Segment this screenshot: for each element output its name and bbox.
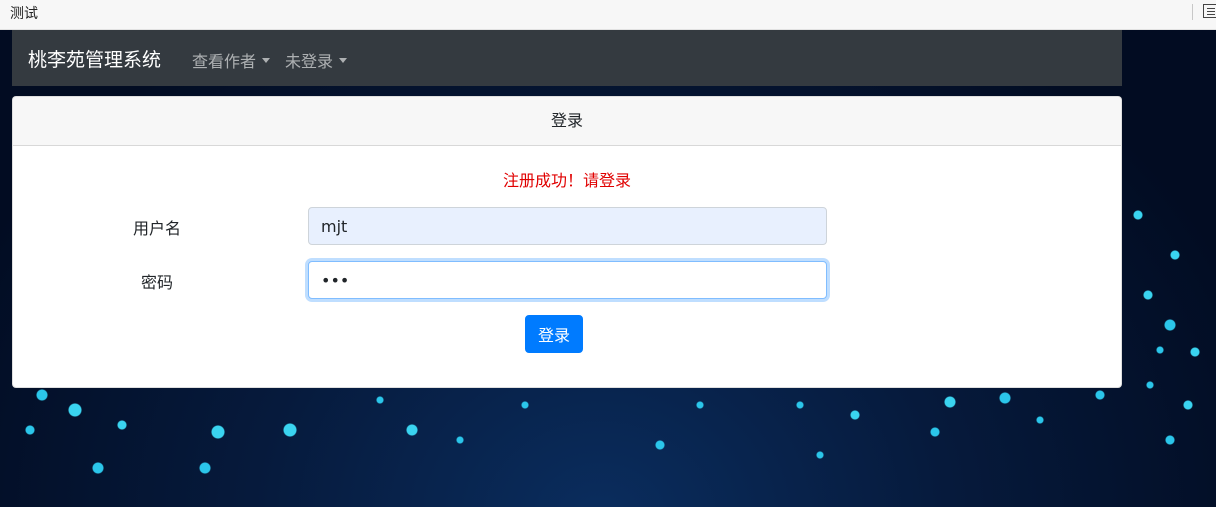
login-button[interactable]: 登录 [525, 315, 583, 353]
username-input[interactable] [308, 207, 827, 245]
tab-title[interactable]: 测试 [10, 3, 38, 23]
nav-dropdown-authors-label: 查看作者 [192, 52, 257, 71]
nav-dropdown-login-status-label: 未登录 [285, 52, 334, 71]
login-card: 登录 注册成功！请登录 用户名 密码 登录 [12, 96, 1122, 388]
tab-divider [1192, 4, 1193, 20]
username-label: 用户名 [132, 219, 181, 238]
navbar-brand[interactable]: 桃李苑管理系统 [28, 45, 161, 72]
register-success-message: 注册成功！请登录 [502, 171, 631, 190]
password-input[interactable] [308, 261, 827, 299]
nav-dropdown-authors[interactable]: 查看作者 [192, 48, 271, 72]
login-card-header: 登录 [13, 97, 1121, 146]
nav-dropdown-login-status[interactable]: 未登录 [285, 48, 348, 72]
reader-mode-icon[interactable] [1203, 4, 1216, 18]
caret-down-icon [262, 57, 271, 63]
top-navbar: 桃李苑管理系统 查看作者 未登录 [12, 30, 1122, 86]
password-label: 密码 [140, 273, 173, 292]
caret-down-icon [339, 57, 348, 63]
browser-tab-bar: 测试 [0, 0, 1216, 30]
